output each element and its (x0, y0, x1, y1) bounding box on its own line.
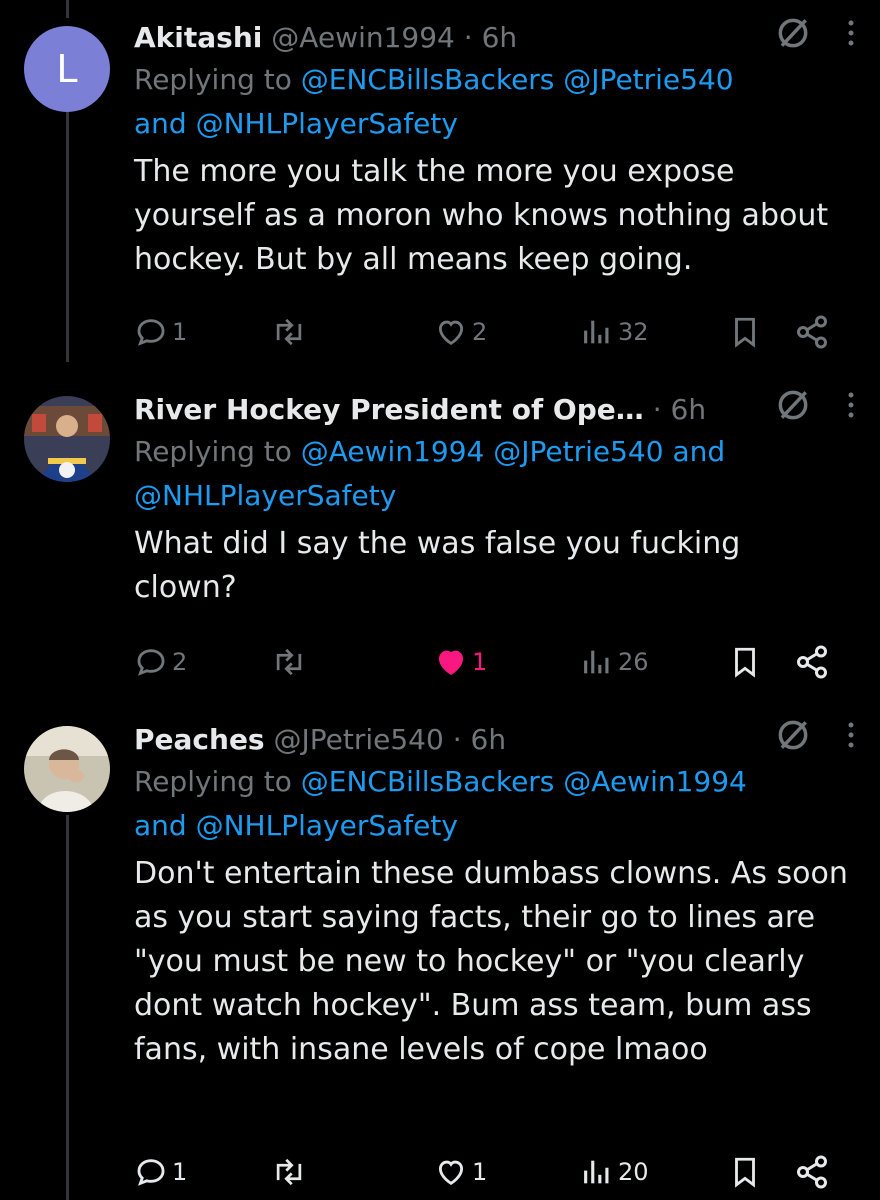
tweet-text: Don't entertain these dumbass clowns. As… (134, 856, 848, 1067)
view-count: 26 (618, 648, 649, 676)
avatar-letter: L (56, 47, 78, 91)
views-icon (584, 320, 609, 344)
author-name[interactable]: Akitashi (134, 21, 262, 54)
tweet-text: What did I say the was false you fucking… (134, 526, 741, 605)
bookmark-button[interactable] (728, 1152, 762, 1192)
retweet-button[interactable] (270, 312, 308, 352)
view-count: 20 (618, 1158, 649, 1186)
bookmark-icon (735, 1157, 755, 1188)
bookmark-icon (735, 317, 755, 348)
avatar[interactable]: L (24, 26, 110, 112)
reply-count: 1 (172, 318, 188, 346)
more-icon[interactable] (846, 18, 856, 59)
like-count: 1 (472, 648, 488, 676)
mention-links[interactable]: @ENCBillsBackers @Aewin1994 (301, 765, 747, 798)
author-handle[interactable]: @Aewin1994 (271, 21, 455, 54)
separator-dot: · (452, 723, 462, 756)
reply-icon (137, 319, 165, 346)
replying-to: Replying to @ENCBillsBackers @Aewin1994 … (134, 760, 856, 848)
views-icon (584, 1160, 609, 1184)
and-word: and (672, 435, 726, 468)
reply-count: 1 (172, 1158, 188, 1186)
bookmark-icon (735, 647, 755, 678)
like-button[interactable]: 1 (434, 1152, 487, 1192)
share-button[interactable] (794, 642, 830, 682)
retweet-icon (276, 1158, 302, 1186)
timestamp[interactable]: 6h (671, 393, 707, 426)
separator-dot: · (652, 393, 662, 426)
views-button[interactable]: 32 (580, 312, 649, 352)
tweet[interactable]: River Hockey President of Ope… · 6h Repl… (0, 370, 880, 710)
share-button[interactable] (794, 1152, 830, 1192)
grok-icon[interactable] (774, 386, 812, 435)
mention-links[interactable]: @Aewin1994 @JPetrie540 (301, 435, 664, 468)
mention-links[interactable]: @ENCBillsBackers @JPetrie540 (301, 63, 734, 96)
reply-button[interactable]: 1 (134, 312, 187, 352)
tweet-text: The more you talk the more you expose yo… (134, 154, 829, 277)
more-icon[interactable] (846, 720, 856, 761)
reply-icon (137, 649, 165, 676)
like-count: 1 (472, 1158, 488, 1186)
author-name[interactable]: River Hockey President of Ope… (134, 393, 644, 426)
and-word: and (134, 809, 187, 842)
views-button[interactable]: 20 (580, 1152, 649, 1192)
separator-dot: · (463, 21, 473, 54)
reply-button[interactable]: 1 (134, 1152, 187, 1192)
tweet[interactable]: L Akitashi @Aewin1994 · 6h Replying to @… (0, 0, 880, 370)
author-name[interactable]: Peaches (134, 723, 265, 756)
view-count: 32 (618, 318, 649, 346)
reply-count: 2 (172, 648, 188, 676)
retweet-icon (276, 318, 302, 346)
replying-to-label: Replying to (134, 63, 292, 96)
tweet[interactable]: Peaches @JPetrie540 · 6h Replying to @EN… (0, 700, 880, 1200)
retweet-button[interactable] (270, 642, 308, 682)
heart-icon (438, 650, 464, 675)
mention-link[interactable]: @NHLPlayerSafety (196, 107, 458, 140)
like-count: 2 (472, 318, 488, 346)
share-icon (797, 315, 827, 349)
grok-icon[interactable] (774, 14, 812, 63)
retweet-icon (276, 648, 302, 676)
reply-button[interactable]: 2 (134, 642, 187, 682)
replying-to-label: Replying to (134, 435, 292, 468)
avatar[interactable] (24, 396, 110, 482)
like-button[interactable]: 1 (434, 642, 487, 682)
reply-icon (137, 1159, 165, 1186)
timestamp[interactable]: 6h (471, 723, 507, 756)
replying-to: Replying to @Aewin1994 @JPetrie540 and @… (134, 430, 856, 518)
and-word: and (134, 107, 187, 140)
mention-link[interactable]: @NHLPlayerSafety (134, 479, 396, 512)
timestamp[interactable]: 6h (482, 21, 518, 54)
retweet-button[interactable] (270, 1152, 308, 1192)
replying-to-label: Replying to (134, 765, 292, 798)
author-handle[interactable]: @JPetrie540 (274, 723, 444, 756)
bookmark-button[interactable] (728, 642, 762, 682)
heart-icon (438, 1160, 464, 1185)
more-icon[interactable] (846, 390, 856, 431)
avatar[interactable] (24, 726, 110, 812)
like-button[interactable]: 2 (434, 312, 487, 352)
mention-link[interactable]: @NHLPlayerSafety (196, 809, 458, 842)
views-icon (584, 650, 609, 674)
share-button[interactable] (794, 312, 830, 352)
views-button[interactable]: 26 (580, 642, 649, 682)
heart-icon (438, 320, 464, 345)
grok-icon[interactable] (774, 716, 812, 765)
replying-to: Replying to @ENCBillsBackers @JPetrie540… (134, 58, 856, 146)
bookmark-button[interactable] (728, 312, 762, 352)
share-icon (797, 1155, 827, 1189)
share-icon (797, 645, 827, 679)
